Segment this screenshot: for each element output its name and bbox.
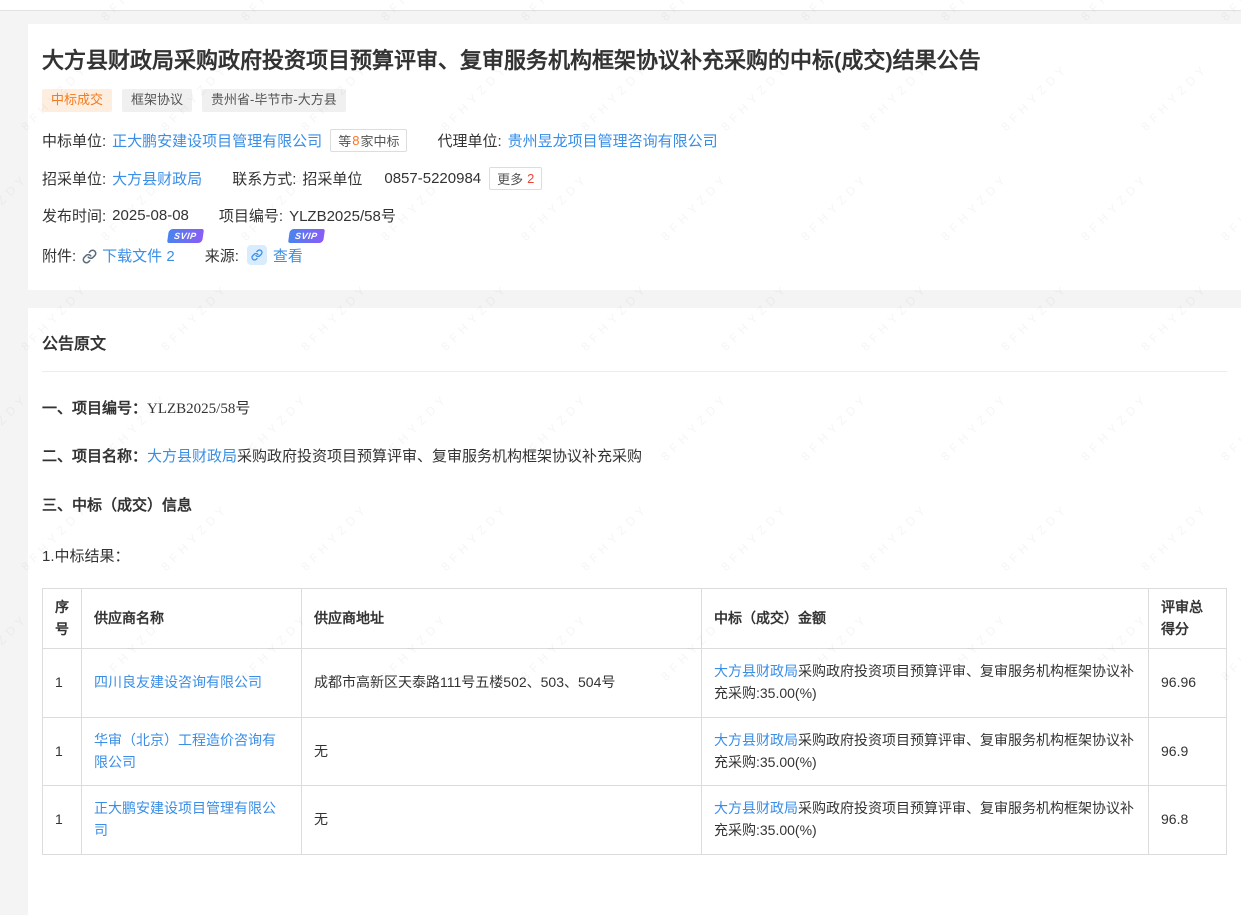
cell-award-amount: 大方县财政局采购政府投资项目预算评审、复审服务机构框架协议补充采购:35.00(… [702, 649, 1149, 717]
doc-item-project-name: 二、项目名称：大方县财政局采购政府投资项目预算评审、复审服务机构框架协议补充采购 [42, 446, 1227, 469]
source-link-icon[interactable] [247, 245, 267, 265]
page-title: 大方县财政局采购政府投资项目预算评审、复审服务机构框架协议补充采购的中标(成交)… [42, 46, 1227, 76]
project-number-label: 一、项目编号： [42, 400, 147, 417]
cell-supplier-name: 四川良友建设咨询有限公司 [82, 649, 302, 717]
supplier-link[interactable]: 华审（北京）工程造价咨询有限公司 [94, 732, 276, 770]
divider [42, 371, 1227, 372]
col-header-index: 序号 [43, 589, 82, 649]
tag-row: 中标成交 框架协议 贵州省-毕节市-大方县 [42, 89, 1227, 112]
doc-item-award-info: 三、中标（成交）信息 [42, 495, 1227, 518]
svip-badge[interactable]: SVIP [167, 229, 203, 243]
tag-agreement-type: 框架协议 [122, 89, 192, 112]
amount-purchaser-link[interactable]: 大方县财政局 [714, 663, 798, 679]
publish-date-label: 发布时间: [42, 205, 106, 226]
cell-index: 1 [43, 786, 82, 854]
section-title-original-text: 公告原文 [42, 328, 1227, 354]
cell-award-amount: 大方县财政局采购政府投资项目预算评审、复审服务机构框架协议补充采购:35.00(… [702, 786, 1149, 854]
publish-date-value: 2025-08-08 [112, 207, 189, 224]
meta-row-winner: 中标单位: 正大鹏安建设项目管理有限公司 等8家中标 代理单位: 贵州昱龙项目管… [42, 129, 1227, 152]
agency-company-link[interactable]: 贵州昱龙项目管理咨询有限公司 [508, 130, 718, 151]
tag-region: 贵州省-毕节市-大方县 [202, 89, 346, 112]
badge-prefix: 等 [338, 131, 351, 150]
col-header-review-score: 评审总得分 [1149, 589, 1227, 649]
award-info-label: 三、中标（成交）信息 [42, 497, 192, 514]
cell-index: 1 [43, 717, 82, 785]
meta-row-purchaser: 招采单位: 大方县财政局 联系方式: 招采单位 0857-5220984 更多 2 [42, 167, 1227, 190]
purchaser-link[interactable]: 大方县财政局 [112, 168, 202, 189]
table-row: 1 四川良友建设咨询有限公司 成都市高新区天泰路111号五楼502、503、50… [43, 649, 1227, 717]
contact-value: 招采单位 [302, 168, 362, 189]
watermark-text: 8FHYZDY [0, 170, 32, 243]
cell-review-score: 96.96 [1149, 649, 1227, 717]
watermark-text: 8FHYZDY [0, 610, 32, 680]
agency-label: 代理单位: [437, 130, 501, 151]
announcement-header-card: 大方县财政局采购政府投资项目预算评审、复审服务机构框架协议补充采购的中标(成交)… [28, 24, 1241, 290]
amount-purchaser-link[interactable]: 大方县财政局 [714, 800, 798, 816]
top-strip [0, 0, 1241, 11]
download-files-link[interactable]: 下载文件 2 [102, 245, 175, 266]
cell-review-score: 96.9 [1149, 717, 1227, 785]
winner-label: 中标单位: [42, 130, 106, 151]
more-label: 更多 [497, 169, 523, 188]
tag-result-type: 中标成交 [42, 89, 112, 112]
cell-supplier-address: 无 [302, 786, 702, 854]
winners-count: 8 [352, 133, 359, 148]
results-table: 序号 供应商名称 供应商地址 中标（成交）金额 评审总得分 1 四川良友建设咨询… [42, 588, 1227, 855]
contact-label: 联系方式: [232, 168, 296, 189]
header-row: 序号 供应商名称 供应商地址 中标（成交）金额 评审总得分 [43, 589, 1227, 649]
more-count: 2 [527, 171, 534, 186]
amount-purchaser-link[interactable]: 大方县财政局 [714, 732, 798, 748]
svip-badge[interactable]: SVIP [288, 229, 324, 243]
supplier-link[interactable]: 正大鹏安建设项目管理有限公司 [94, 800, 276, 838]
project-name-label: 二、项目名称： [42, 448, 147, 465]
meta-row-publish: 发布时间: 2025-08-08 项目编号: YLZB2025/58号 [42, 205, 1227, 226]
table-row: 1 华审（北京）工程造价咨询有限公司 无 大方县财政局采购政府投资项目预算评审、… [43, 717, 1227, 785]
project-no-value: YLZB2025/58号 [289, 205, 396, 226]
cell-index: 1 [43, 649, 82, 717]
project-number-value: YLZB2025/58号 [147, 401, 250, 417]
table-row: 1 正大鹏安建设项目管理有限公司 无 大方县财政局采购政府投资项目预算评审、复审… [43, 786, 1227, 854]
purchaser-label: 招采单位: [42, 168, 106, 189]
contact-phone: 0857-5220984 [384, 170, 481, 187]
attachment-label: 附件: [42, 245, 76, 266]
results-table-head: 序号 供应商名称 供应商地址 中标（成交）金额 评审总得分 [43, 589, 1227, 649]
cell-supplier-address: 成都市高新区天泰路111号五楼502、503、504号 [302, 649, 702, 717]
source-label: 来源: [205, 245, 239, 266]
winner-company-link[interactable]: 正大鹏安建设项目管理有限公司 [112, 130, 322, 151]
col-header-award-amount: 中标（成交）金额 [702, 589, 1149, 649]
announcement-body-card: 公告原文 一、项目编号：YLZB2025/58号 二、项目名称：大方县财政局采购… [28, 308, 1241, 915]
project-no-label: 项目编号: [219, 205, 283, 226]
cell-supplier-address: 无 [302, 717, 702, 785]
cell-supplier-name: 正大鹏安建设项目管理有限公司 [82, 786, 302, 854]
attachment-link-icon [82, 249, 97, 264]
cell-review-score: 96.8 [1149, 786, 1227, 854]
col-header-supplier-name: 供应商名称 [82, 589, 302, 649]
result-list-label: 1.中标结果： [42, 545, 1227, 566]
project-name-rest: 采购政府投资项目预算评审、复审服务机构框架协议补充采购 [237, 448, 642, 465]
meta-row-attachment: SVIP SVIP 附件: 下载文件 2 来源: 查看 [42, 245, 1227, 266]
cell-supplier-name: 华审（北京）工程造价咨询有限公司 [82, 717, 302, 785]
watermark-text: 8FHYZDY [0, 390, 32, 463]
more-winners-badge[interactable]: 等8家中标 [330, 129, 407, 152]
cell-award-amount: 大方县财政局采购政府投资项目预算评审、复审服务机构框架协议补充采购:35.00(… [702, 717, 1149, 785]
col-header-supplier-address: 供应商地址 [302, 589, 702, 649]
badge-suffix: 家中标 [360, 131, 399, 150]
view-source-link[interactable]: 查看 [273, 245, 303, 266]
doc-item-project-number: 一、项目编号：YLZB2025/58号 [42, 398, 1227, 421]
project-name-purchaser-link[interactable]: 大方县财政局 [147, 448, 237, 465]
supplier-link[interactable]: 四川良友建设咨询有限公司 [94, 674, 262, 690]
more-contacts-badge[interactable]: 更多 2 [489, 167, 542, 190]
